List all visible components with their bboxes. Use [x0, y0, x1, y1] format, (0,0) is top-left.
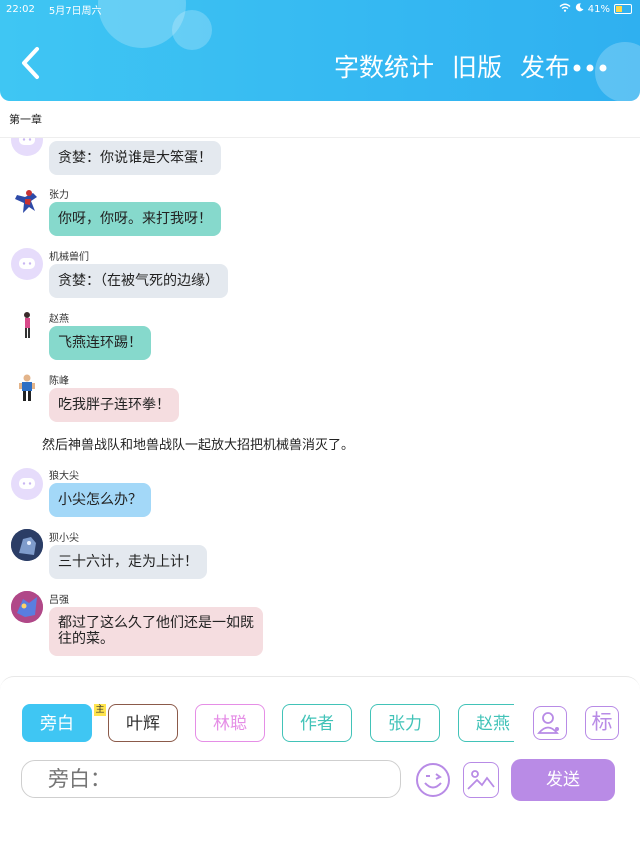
role-zhaoyan[interactable]: 赵燕 [458, 704, 514, 742]
role-zhangli[interactable]: 张力 [370, 704, 440, 742]
sender-name: 狼大尖 [49, 471, 79, 482]
sender-name: 狈小尖 [49, 533, 79, 544]
message-bubble[interactable]: 你呀，你呀。来打我呀！ [49, 202, 221, 236]
battery-percent: 41% [587, 3, 610, 15]
status-date: 5月7日周六 [48, 5, 102, 17]
message-bubble[interactable]: 吃我胖子连环拳！ [49, 388, 179, 422]
message-bubble[interactable]: 小尖怎么办？ [49, 483, 151, 517]
status-bar: 22:02 5月7日周六 41% [6, 2, 632, 17]
message-bubble[interactable]: 贪婪：（在被气死的边缘） [49, 264, 228, 298]
sender-name: 张力 [49, 190, 69, 201]
chapter-title: 第一章 [9, 113, 42, 126]
chat-list[interactable]: 贪婪：你说谁是大笨蛋！ 张力 你呀，你呀。来打我呀！ 机械兽们 贪婪：（在被气死… [0, 138, 640, 676]
host-badge: 主 [94, 704, 106, 716]
avatar-chenfeng[interactable] [11, 372, 43, 404]
battery-icon [614, 4, 632, 14]
emoji-icon [416, 763, 450, 797]
role-author[interactable]: 作者 [282, 704, 352, 742]
emoji-button[interactable] [414, 761, 452, 799]
more-dots-icon [573, 64, 607, 72]
avatar-robot[interactable] [11, 248, 43, 280]
sender-name: 机械兽们 [49, 252, 89, 263]
message-bubble[interactable]: 飞燕连环踢！ [49, 326, 151, 360]
robot-chat-icon [19, 258, 35, 269]
sender-name: 赵燕 [49, 314, 69, 325]
role-overflow-clip: 赵燕 [458, 704, 514, 744]
image-button[interactable] [463, 762, 499, 798]
send-button[interactable]: 发送 [511, 759, 615, 801]
message-bubble[interactable]: 贪婪：你说谁是大笨蛋！ [49, 141, 221, 175]
role-lincong[interactable]: 林聪 [195, 704, 265, 742]
hero-figure-icon [24, 312, 30, 338]
avatar-robot[interactable] [11, 138, 43, 156]
moon-icon [575, 3, 584, 15]
header: 22:02 5月7日周六 41% 字数统计 旧版 发布 [0, 0, 640, 101]
sender-name: 吕强 [49, 595, 69, 606]
back-button[interactable] [20, 46, 50, 86]
message-line: 都过了这么久了他们还是一如既 [58, 615, 254, 631]
chevron-left-icon [22, 47, 39, 79]
message-bubble[interactable]: 都过了这么久了他们还是一如既 往的菜。 [49, 607, 263, 656]
more-button[interactable] [572, 52, 608, 76]
role-narrator[interactable]: 旁白 [22, 704, 92, 742]
person-add-icon [537, 712, 559, 734]
status-time: 22:02 [6, 3, 35, 15]
image-icon [467, 770, 495, 790]
add-role-button[interactable] [533, 706, 567, 740]
robot-chat-icon [19, 138, 35, 145]
role-yehui[interactable]: 叶辉 [108, 704, 178, 742]
sender-name: 陈峰 [49, 376, 69, 387]
hero-figure-icon [19, 374, 35, 401]
decor-bubble [172, 10, 212, 50]
robot-chat-icon [19, 478, 35, 489]
hero-figure-icon [15, 190, 37, 213]
tag-button[interactable]: 标 [585, 706, 619, 740]
message-line: 往的菜。 [58, 631, 114, 647]
avatar-zhangli[interactable] [11, 185, 43, 217]
status-right: 41% [559, 3, 632, 15]
message-bubble[interactable]: 三十六计，走为上计！ [49, 545, 207, 579]
narration-text[interactable]: 然后神兽战队和地兽战队一起放大招把机械兽消灭了。 [42, 434, 354, 453]
character-portrait-icon [11, 529, 43, 561]
avatar-zhaoyan[interactable] [11, 310, 43, 342]
avatar-beixiaojian[interactable] [11, 529, 43, 561]
composer-panel: 旁白 主 叶辉 林聪 作者 张力 赵燕 标 发送 [0, 676, 640, 854]
chapter-bar: 第一章 [0, 101, 640, 138]
avatar-lvqiang[interactable] [11, 591, 43, 623]
message-input[interactable] [21, 760, 401, 798]
avatar-robot[interactable] [11, 468, 43, 500]
word-count-button[interactable]: 字数统计 [334, 48, 434, 84]
publish-button[interactable]: 发布 [520, 48, 570, 84]
old-version-button[interactable]: 旧版 [452, 48, 502, 84]
wifi-icon [559, 3, 571, 15]
header-actions: 字数统计 旧版 发布 [334, 48, 570, 84]
role-selector[interactable]: 旁白 主 叶辉 林聪 作者 张力 赵燕 标 [0, 704, 640, 744]
character-portrait-icon [11, 591, 43, 623]
